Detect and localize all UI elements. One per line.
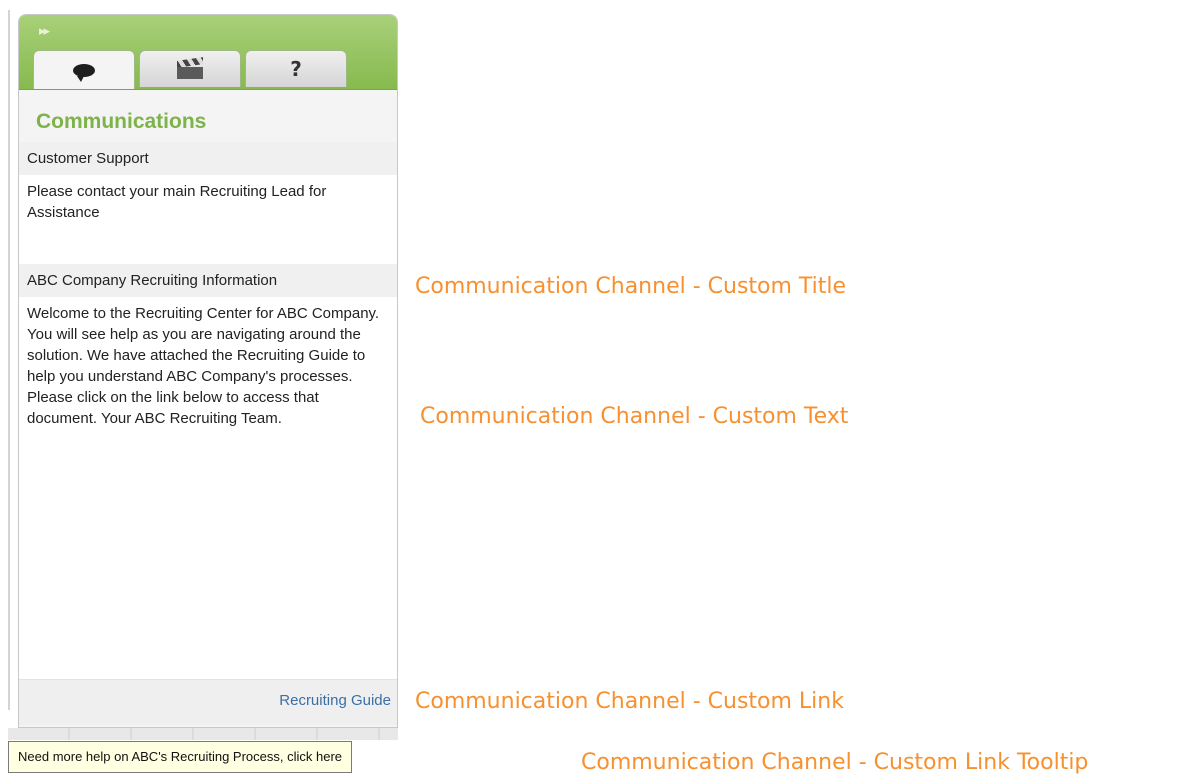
- speech-bubble-icon: [73, 63, 95, 82]
- underlying-page-strip: [8, 728, 398, 740]
- annotation-custom-link: Communication Channel - Custom Link: [415, 689, 844, 714]
- annotation-custom-text: Communication Channel - Custom Text: [420, 404, 849, 429]
- tab-help[interactable]: ?: [245, 50, 347, 87]
- collapse-panel-icon[interactable]: ▸▸: [39, 23, 50, 39]
- panel-footer: Recruiting Guide: [19, 679, 397, 725]
- section-title-customer-support: Customer Support: [19, 142, 397, 175]
- section-text-recruiting-info: Welcome to the Recruiting Center for ABC…: [19, 297, 397, 679]
- recruiting-guide-link[interactable]: Recruiting Guide: [279, 692, 391, 709]
- panel-title: Communications: [36, 110, 207, 133]
- page-edge: [8, 10, 10, 710]
- annotation-custom-link-tooltip: Communication Channel - Custom Link Tool…: [581, 750, 1089, 775]
- question-mark-icon: ?: [290, 57, 302, 81]
- section-title-recruiting-info: ABC Company Recruiting Information: [19, 264, 397, 297]
- panel-tabs: ?: [33, 50, 347, 89]
- tab-communications[interactable]: [33, 50, 135, 89]
- clapperboard-icon: [177, 57, 203, 79]
- tab-media[interactable]: [139, 50, 241, 87]
- panel-body: Communications Customer Support Please c…: [19, 90, 397, 727]
- communications-panel: ▸▸ ? Communications Customer Support Ple…: [18, 14, 398, 728]
- panel-header: ▸▸ ?: [19, 15, 397, 90]
- link-tooltip: Need more help on ABC's Recruiting Proce…: [8, 741, 353, 773]
- annotation-custom-title: Communication Channel - Custom Title: [415, 274, 847, 299]
- section-text-customer-support: Please contact your main Recruiting Lead…: [19, 175, 397, 264]
